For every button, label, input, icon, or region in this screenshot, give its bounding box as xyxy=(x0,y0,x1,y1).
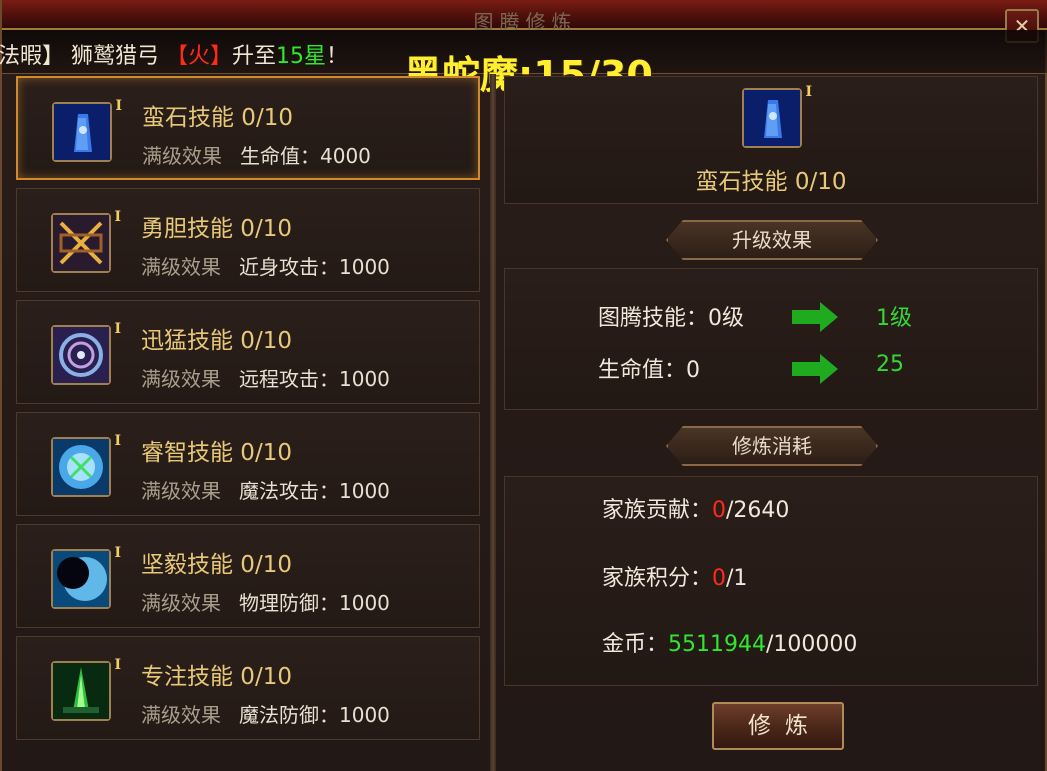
tier-badge: I xyxy=(114,545,121,561)
family-points-cost: 家族积分：0/1 xyxy=(602,560,747,592)
upgrade-row-next: 1级 xyxy=(876,306,912,331)
skill-effect-value: 近身攻击：1000 xyxy=(239,255,390,279)
skill-effect: 满级效果 近身攻击：1000 xyxy=(141,251,390,280)
upgrade-effect-header: 升级效果 xyxy=(666,220,878,260)
announcement-prefix: 法暇】 狮鹫猎弓 xyxy=(0,44,166,69)
skill-card[interactable]: I 蛮石技能 0/10 满级效果 生命值：4000 xyxy=(16,76,480,180)
train-button[interactable]: 修炼 xyxy=(712,702,844,750)
skill-effect-label: 满级效果 xyxy=(141,479,221,503)
upgrade-row-label: 图腾技能：0级 xyxy=(598,306,744,331)
upgrade-effect-panel xyxy=(504,268,1038,410)
cost-label: 金币： xyxy=(602,632,669,657)
skill-effect-value: 远程攻击：1000 xyxy=(239,367,390,391)
skill-effect-value: 生命值：4000 xyxy=(240,144,371,168)
title-bar: 图腾修炼 xyxy=(2,0,1047,34)
vortex-icon: I xyxy=(51,321,121,385)
cost-need: /100000 xyxy=(766,632,858,657)
skill-effect-value: 物理防御：1000 xyxy=(239,591,390,615)
skill-effect-label: 满级效果 xyxy=(141,591,221,615)
skill-effect-label: 满级效果 xyxy=(142,144,222,168)
skill-name: 睿智技能 0/10 xyxy=(141,440,292,466)
skill-effect: 满级效果 远程攻击：1000 xyxy=(141,363,390,392)
skill-effect: 满级效果 魔法防御：1000 xyxy=(141,699,390,728)
announcement-suffix: ！ xyxy=(326,44,349,69)
skill-effect-label: 满级效果 xyxy=(141,367,221,391)
tier-badge: I xyxy=(114,657,121,673)
cost-have: 5511944 xyxy=(668,632,766,657)
skill-card[interactable]: I 睿智技能 0/10 满级效果 魔法攻击：1000 xyxy=(16,412,480,516)
training-cost-header: 修炼消耗 xyxy=(666,426,878,466)
skill-name: 坚毅技能 0/10 xyxy=(141,552,292,578)
skill-name: 迅猛技能 0/10 xyxy=(141,328,292,354)
crystal-orb-icon: I xyxy=(51,433,121,497)
skill-name: 蛮石技能 0/10 xyxy=(142,105,293,131)
selected-skill-name: 蛮石技能 0/10 xyxy=(695,169,847,195)
cost-label: 家族积分： xyxy=(602,566,713,591)
upgrade-row-label: 生命值：0 xyxy=(598,358,700,383)
tier-badge: I xyxy=(114,209,121,225)
totem-training-window: 图腾修炼 ✕ 法暇】 狮鹫猎弓 【火】升至15星！ 黑蛇魔:15/30 I 蛮石… xyxy=(0,0,1047,771)
family-contribution-cost: 家族贡献：0/2640 xyxy=(602,492,789,524)
skill-effect-label: 满级效果 xyxy=(141,703,221,727)
stone-icon: I xyxy=(52,98,122,162)
tier-badge: I xyxy=(114,321,121,337)
skill-card[interactable]: I 专注技能 0/10 满级效果 魔法防御：1000 xyxy=(16,636,480,740)
arrow-right-icon xyxy=(792,302,838,332)
announcement-text: 法暇】 狮鹫猎弓 【火】升至15星！ xyxy=(0,38,348,70)
column-divider xyxy=(490,74,496,771)
skill-card[interactable]: I 迅猛技能 0/10 满级效果 远程攻击：1000 xyxy=(16,300,480,404)
cost-need: /1 xyxy=(726,566,748,591)
green-spire-icon: I xyxy=(51,657,121,721)
skill-card[interactable]: I 坚毅技能 0/10 满级效果 物理防御：1000 xyxy=(16,524,480,628)
cost-need: /2640 xyxy=(726,498,790,523)
announcement-element: 【火】 xyxy=(166,44,233,69)
cost-label: 家族贡献： xyxy=(602,498,713,523)
skill-effect: 满级效果 物理防御：1000 xyxy=(141,587,390,616)
skill-effect: 满级效果 生命值：4000 xyxy=(142,140,371,169)
skill-name: 勇胆技能 0/10 xyxy=(141,216,292,242)
gold-cost: 金币：5511944/100000 xyxy=(602,626,857,658)
skill-effect: 满级效果 魔法攻击：1000 xyxy=(141,475,390,504)
skill-effect-value: 魔法攻击：1000 xyxy=(239,479,390,503)
skill-effect-label: 满级效果 xyxy=(141,255,221,279)
cost-have: 0 xyxy=(712,566,727,591)
upgrade-row-next: 25 xyxy=(876,352,904,377)
announcement-stars: 15星 xyxy=(276,44,327,69)
tier-badge: I xyxy=(805,84,812,100)
crossed-blades-icon: I xyxy=(51,209,121,273)
cost-have: 0 xyxy=(712,498,727,523)
skill-name: 专注技能 0/10 xyxy=(141,664,292,690)
tier-badge: I xyxy=(115,98,122,114)
dark-eye-icon: I xyxy=(51,545,121,609)
skill-card[interactable]: I 勇胆技能 0/10 满级效果 近身攻击：1000 xyxy=(16,188,480,292)
skill-effect-value: 魔法防御：1000 xyxy=(239,703,390,727)
stone-icon: I xyxy=(742,84,812,148)
arrow-right-icon xyxy=(792,354,838,384)
announcement-mid: 升至 xyxy=(232,44,277,69)
tier-badge: I xyxy=(114,433,121,449)
